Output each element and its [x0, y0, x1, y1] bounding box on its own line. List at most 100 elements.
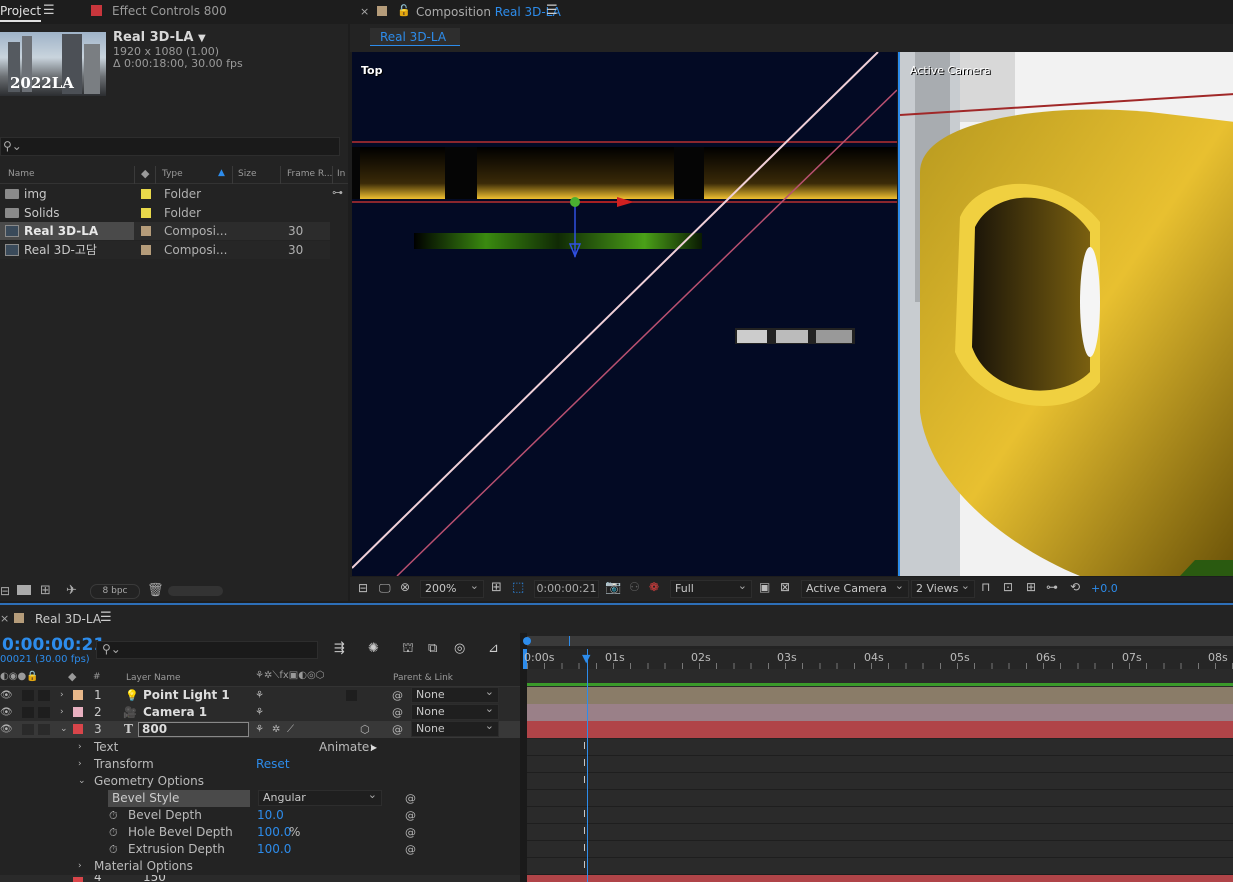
shy-switch-icon[interactable]: ⚘ — [255, 704, 264, 721]
playhead-handle[interactable]: ▼ — [582, 652, 590, 665]
layer-bar[interactable] — [527, 721, 1233, 738]
trash-icon[interactable]: 🗑 — [147, 583, 164, 598]
stopwatch-icon[interactable]: ⏱ — [109, 824, 118, 841]
resolution-dropdown[interactable]: Full — [670, 578, 752, 598]
thumbnail-scrollbar[interactable] — [168, 586, 223, 596]
expand-chevron-icon[interactable]: › — [60, 687, 64, 704]
pick-whip-icon[interactable]: @ — [405, 790, 416, 807]
bevel-style-dropdown[interactable]: Angular — [258, 788, 382, 806]
bevel-depth-value[interactable]: 10.0 — [257, 807, 284, 824]
exposure-value[interactable]: +0.0 — [1091, 582, 1118, 595]
motion-blur-icon[interactable]: ◎ — [454, 641, 465, 656]
channel-icon[interactable]: ❁ — [649, 580, 659, 594]
col-parent-link[interactable]: Parent & Link — [393, 673, 453, 683]
label-swatch[interactable] — [141, 208, 151, 218]
flowchart-icon[interactable]: ⊶ — [332, 186, 343, 199]
safe-margins-icon[interactable]: ⊞ — [491, 580, 502, 595]
pick-whip-icon[interactable]: @ — [405, 824, 416, 841]
camera-view-dropdown[interactable]: Active Camera — [801, 578, 909, 598]
label-swatch[interactable] — [141, 245, 151, 255]
tab-effect-controls[interactable]: Effect Controls 800 — [112, 4, 227, 18]
collapse-chevron-icon[interactable]: ⌄ — [60, 721, 68, 738]
panel-menu-icon[interactable]: ☰ — [100, 610, 112, 625]
col-type[interactable]: Type — [162, 169, 183, 179]
project-search-input[interactable]: ⚲⌄ — [0, 137, 340, 156]
layer-name[interactable]: Camera 1 — [143, 704, 207, 721]
collapse-chevron-icon[interactable]: ⌄ — [78, 773, 86, 790]
expand-chevron-icon[interactable]: › — [60, 704, 64, 721]
shy-switch-icon[interactable]: ⚘ — [255, 721, 264, 738]
label-tag-icon[interactable]: ◆ — [68, 670, 76, 683]
show-snapshot-icon[interactable]: ⚇ — [629, 580, 640, 594]
property-material-options[interactable]: › Material Options — [0, 858, 520, 875]
fast-previews-icon[interactable]: ▣ — [759, 580, 770, 594]
visibility-eye-icon[interactable]: 👁 — [0, 721, 13, 738]
time-ruler[interactable]: 0:00s 01s 02s 03s 04s 05s 06s 07s 08s — [523, 649, 1233, 669]
shy-switch-icon[interactable]: ⚘ — [255, 687, 264, 704]
navigator-start-handle[interactable] — [523, 637, 531, 645]
property-hole-bevel-depth[interactable]: ⏱ Hole Bevel Depth 100.0 % @ — [0, 824, 520, 841]
draft-3d-icon[interactable]: ✺ — [368, 641, 379, 656]
label-tag-icon[interactable]: ◆ — [141, 167, 149, 180]
extrusion-depth-value[interactable]: 100.0 — [257, 841, 291, 858]
parent-dropdown[interactable]: None — [411, 702, 499, 720]
expand-chevron-icon[interactable]: › — [78, 858, 82, 875]
layer-label-swatch[interactable] — [73, 724, 83, 734]
always-preview-icon[interactable]: ⊟ — [358, 581, 368, 595]
layer-label-swatch[interactable] — [73, 877, 83, 882]
comp-flowchart-tab[interactable]: Real 3D-LA — [370, 28, 460, 46]
property-bevel-style[interactable]: Bevel Style Angular @ — [0, 788, 520, 807]
close-icon[interactable]: × — [0, 612, 9, 625]
active-camera-viewport[interactable]: Active Camera — [898, 52, 1233, 576]
col-name[interactable]: Name — [8, 169, 35, 179]
draft-3d-icon[interactable]: ⊡ — [1003, 580, 1013, 594]
reset-exposure-icon[interactable]: ⟲ — [1070, 580, 1080, 594]
timeline-search-input[interactable]: ⚲⌄ — [96, 641, 318, 659]
property-geometry-options[interactable]: ⌄ Geometry Options — [0, 773, 520, 790]
parent-dropdown[interactable]: None — [411, 719, 499, 737]
col-size[interactable]: Size — [238, 169, 256, 179]
3d-layer-switch[interactable] — [346, 690, 357, 701]
graph-editor-icon[interactable]: ⊿ — [488, 641, 499, 656]
project-item-selected[interactable]: Real 3D-LA Composi... 30 — [0, 222, 330, 240]
layer-name[interactable]: Point Light 1 — [143, 687, 230, 704]
lock-icon[interactable]: 🔓 — [397, 4, 411, 17]
timeline-divider[interactable] — [520, 633, 527, 882]
pixel-aspect-icon[interactable]: ⊓ — [981, 580, 990, 594]
current-time-display[interactable]: 0:00:00:21 — [2, 635, 105, 655]
work-area-bar[interactable] — [527, 669, 1233, 687]
pick-whip-icon[interactable]: @ — [405, 807, 416, 824]
bit-depth-button[interactable]: 8 bpc — [90, 584, 140, 599]
animate-menu-icon[interactable]: ▸ — [371, 739, 377, 756]
new-folder-icon[interactable] — [17, 585, 31, 595]
pick-whip-icon[interactable]: @ — [405, 841, 416, 858]
visibility-eye-icon[interactable]: 👁 — [0, 687, 13, 704]
pick-whip-icon[interactable]: @ — [392, 704, 403, 721]
frame-blending-icon[interactable]: ⧉ — [428, 641, 437, 656]
property-transform[interactable]: › Transform Reset — [0, 756, 520, 773]
flowchart-icon[interactable]: ⊶ — [1046, 580, 1058, 594]
project-item[interactable]: Solids Folder — [0, 204, 330, 222]
project-item[interactable]: Real 3D-고담 Composi... 30 — [0, 241, 330, 259]
time-navigator[interactable] — [523, 636, 1233, 646]
stopwatch-icon[interactable]: ⏱ — [109, 841, 118, 858]
layer-bar[interactable] — [527, 875, 1233, 882]
timeline-tab[interactable]: Real 3D-LA — [35, 612, 101, 626]
panel-menu-icon[interactable]: ☰ — [43, 3, 55, 18]
panel-menu-icon[interactable]: ☰ — [546, 3, 558, 18]
layer-row[interactable]: 👁 › 1 💡 Point Light 1 ⚘ @ None — [0, 685, 520, 704]
property-bevel-depth[interactable]: ⏱ Bevel Depth 10.0 @ — [0, 807, 520, 824]
col-frame-rate[interactable]: Frame R... — [287, 169, 332, 179]
composition-flowchart-icon[interactable]: ⇶ — [334, 641, 345, 656]
col-layer-name[interactable]: Layer Name — [126, 673, 181, 683]
label-swatch[interactable] — [141, 189, 151, 199]
transparency-grid-icon[interactable]: ⊠ — [780, 580, 790, 594]
visibility-eye-icon[interactable]: 👁 — [0, 704, 13, 721]
property-text[interactable]: › Text Animate: ▸ — [0, 739, 520, 756]
mask-visibility-icon[interactable]: ⊗ — [400, 580, 410, 594]
parent-dropdown[interactable]: None — [411, 685, 499, 703]
dropdown-arrow-icon[interactable]: ▼ — [198, 33, 206, 44]
top-view-viewport[interactable]: Top — [352, 52, 897, 576]
interpret-footage-icon[interactable]: ⊟ — [0, 584, 10, 598]
monitor-icon[interactable]: 🖵 — [379, 581, 391, 596]
